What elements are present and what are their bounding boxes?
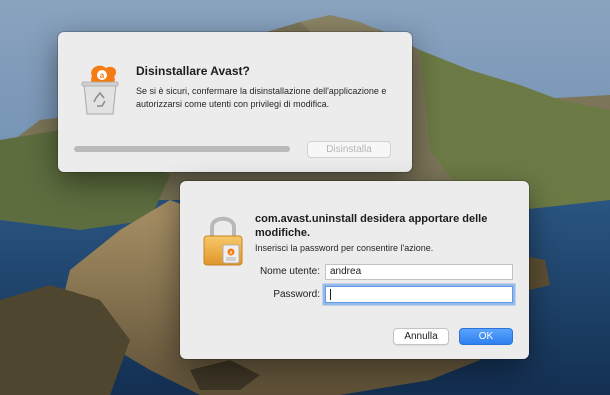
username-label: Nome utente: (259, 266, 320, 277)
cancel-button[interactable]: Annulla (393, 328, 449, 345)
lock-icon: a (203, 216, 243, 266)
dialog-message: Se si è sicuri, confermare la disinstall… (136, 86, 387, 109)
svg-text:a: a (230, 250, 233, 256)
uninstall-button[interactable]: Disinstalla (307, 141, 391, 158)
ok-button[interactable]: OK (459, 328, 513, 345)
password-label: Password: (273, 289, 320, 300)
uninstall-dialog: a Disinstallare Avast? Se si è sicuri, c… (58, 32, 412, 172)
progress-fill (74, 146, 290, 152)
avast-uninstaller-icon: a (81, 65, 119, 115)
username-field[interactable]: andrea (325, 264, 513, 280)
uninstall-progress-bar (74, 146, 290, 152)
dialog-title: Disinstallare Avast? (136, 64, 250, 78)
svg-text:a: a (100, 71, 105, 80)
auth-dialog-title: com.avast.uninstall desidera apportare d… (255, 213, 488, 239)
authentication-dialog: a com.avast.uninstall desidera apportare… (180, 181, 529, 359)
text-caret (330, 289, 331, 300)
auth-dialog-message: Inserisci la password per consentire l'a… (255, 243, 434, 253)
password-field[interactable] (325, 286, 513, 303)
